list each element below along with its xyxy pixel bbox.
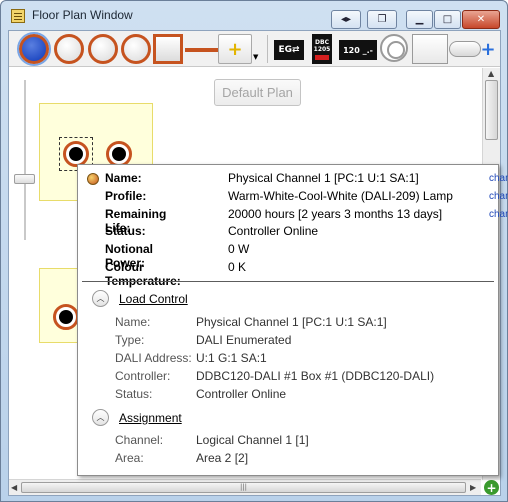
tool-line-icon[interactable] bbox=[185, 48, 219, 52]
change-link[interactable]: change bbox=[489, 191, 508, 202]
lamp-status-icon bbox=[87, 173, 99, 185]
row-label: Name: bbox=[105, 171, 142, 185]
title-bar[interactable]: Floor Plan Window ◂▸ ❐ ▁ □ ✕ bbox=[1, 1, 507, 29]
vertical-scroll-thumb[interactable] bbox=[485, 80, 498, 140]
tool-lamp-selected-icon[interactable] bbox=[17, 32, 51, 66]
toolbar-separator bbox=[267, 35, 268, 63]
detail-value: Controller Online bbox=[196, 387, 287, 401]
detail-value: DDBC120-DALI #1 Box #1 (DDBC120-DALI) bbox=[196, 369, 435, 383]
dbc-label: DBC 1205 bbox=[313, 38, 331, 53]
detail-label: Area: bbox=[115, 451, 144, 465]
tool-area-rectangle-icon[interactable] bbox=[153, 34, 183, 64]
change-link[interactable]: change bbox=[489, 173, 508, 184]
change-link[interactable]: change bbox=[489, 209, 508, 220]
row-value: 20000 hours [2 years 3 months 13 days] bbox=[228, 207, 443, 221]
tool-dropdown-arrow-icon[interactable]: ▼ bbox=[253, 53, 263, 63]
row-label: Status: bbox=[105, 224, 146, 238]
channel-info-tooltip: Name: Physical Channel 1 [PC:1 U:1 SA:1]… bbox=[77, 164, 508, 476]
tool-sensor-icon[interactable] bbox=[380, 34, 408, 62]
lamp-fixture-icon[interactable] bbox=[53, 304, 79, 330]
detail-value: Logical Channel 1 [1] bbox=[196, 433, 309, 447]
window-title: Floor Plan Window bbox=[32, 8, 133, 22]
plus-icon: + bbox=[227, 38, 243, 60]
scroll-up-arrow-icon[interactable]: ▲ bbox=[488, 69, 494, 78]
row-label: Profile: bbox=[105, 189, 147, 203]
detail-row: Controller: DDBC120-DALI #1 Box #1 (DDBC… bbox=[78, 369, 488, 387]
tool-lamp-outline-icon[interactable] bbox=[88, 34, 118, 64]
zoom-slider-thumb[interactable] bbox=[14, 174, 35, 184]
detail-row: Name: Physical Channel 1 [PC:1 U:1 SA:1] bbox=[78, 315, 488, 333]
row-value: Controller Online bbox=[228, 224, 319, 238]
scroll-right-arrow-icon[interactable]: ▶ bbox=[470, 483, 476, 492]
detail-value: DALI Enumerated bbox=[196, 333, 292, 347]
navigate-button[interactable]: ◂▸ bbox=[331, 10, 361, 29]
row-value: Warm-White-Cool-White (DALI-209) Lamp bbox=[228, 189, 453, 203]
horizontal-scrollbar[interactable]: ◀ ||| ▶ bbox=[9, 479, 481, 495]
add-shape-button[interactable]: + bbox=[218, 34, 252, 64]
detail-row: Area: Area 2 [2] bbox=[78, 451, 488, 469]
row-value: 0 W bbox=[228, 242, 250, 256]
horizontal-scroll-thumb[interactable]: ||| bbox=[21, 482, 466, 493]
close-button[interactable]: ✕ bbox=[462, 10, 500, 29]
toolbar: + ▼ EG⇄ DBC 1205 120 _.- + bbox=[9, 31, 500, 67]
tool-dbc-controller-icon[interactable]: DBC 1205 bbox=[312, 34, 332, 64]
row-value: 0 K bbox=[228, 260, 247, 274]
restore-layout-button[interactable]: ❐ bbox=[367, 10, 397, 29]
tooltip-divider bbox=[82, 281, 494, 282]
maximize-button[interactable]: □ bbox=[434, 10, 461, 29]
zoom-slider-track[interactable] bbox=[24, 80, 26, 240]
detail-value: U:1 G:1 SA:1 bbox=[196, 351, 267, 365]
tool-lamp-large-icon[interactable] bbox=[121, 34, 151, 64]
detail-value: Physical Channel 1 [PC:1 U:1 SA:1] bbox=[196, 315, 387, 329]
default-plan-button[interactable]: Default Plan bbox=[214, 79, 301, 106]
tool-emergency-gateway-icon[interactable]: EG⇄ bbox=[274, 40, 304, 60]
detail-row: Status: Controller Online bbox=[78, 387, 488, 405]
floor-plan-app-icon bbox=[11, 9, 25, 23]
tool-120-module-icon[interactable]: 120 _.- bbox=[339, 40, 377, 60]
detail-value: Area 2 [2] bbox=[196, 451, 249, 465]
dbc-red-strip bbox=[315, 54, 329, 60]
zoom-in-corner-icon[interactable]: + bbox=[484, 480, 499, 495]
detail-label: Status: bbox=[115, 387, 153, 401]
minimize-button[interactable]: ▁ bbox=[406, 10, 433, 29]
assignment-heading[interactable]: Assignment bbox=[119, 411, 182, 425]
detail-row: Channel: Logical Channel 1 [1] bbox=[78, 433, 488, 451]
detail-label: Type: bbox=[115, 333, 145, 347]
detail-row: Type: DALI Enumerated bbox=[78, 333, 488, 351]
tool-lamp-icon[interactable] bbox=[54, 34, 84, 64]
add-device-button[interactable]: + bbox=[477, 38, 499, 60]
tool-panel-icon[interactable] bbox=[412, 34, 448, 64]
row-label: Colour Temperature: bbox=[105, 260, 181, 288]
detail-label: Controller: bbox=[115, 369, 171, 383]
collapse-assignment-icon[interactable]: ︿ bbox=[92, 409, 109, 426]
scroll-left-arrow-icon[interactable]: ◀ bbox=[11, 483, 17, 492]
collapse-load-control-icon[interactable]: ︿ bbox=[92, 290, 109, 307]
floor-plan-window: Floor Plan Window ◂▸ ❐ ▁ □ ✕ + ▼ EG⇄ DBC… bbox=[0, 0, 508, 502]
detail-label: Name: bbox=[115, 315, 151, 329]
detail-label: Channel: bbox=[115, 433, 164, 447]
row-value: Physical Channel 1 [PC:1 U:1 SA:1] bbox=[228, 171, 419, 185]
detail-row: DALI Address: U:1 G:1 SA:1 bbox=[78, 351, 488, 369]
load-control-heading[interactable]: Load Control bbox=[119, 292, 188, 306]
detail-label: DALI Address: bbox=[115, 351, 192, 365]
